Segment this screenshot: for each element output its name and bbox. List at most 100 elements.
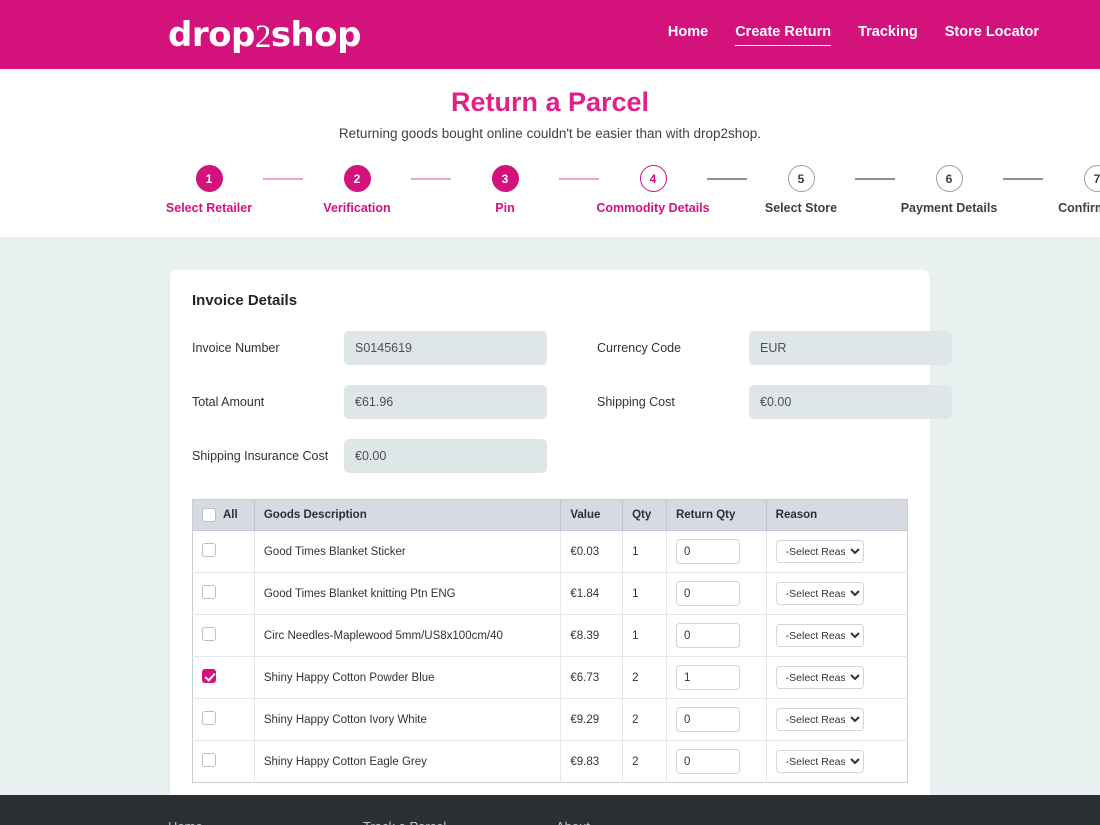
invoice-form: Invoice Number Currency Code Total Amoun…	[192, 331, 952, 473]
main-navigation: Home Create Return Tracking Store Locato…	[668, 24, 1039, 46]
reason-select[interactable]: -Select Reas	[775, 624, 864, 647]
goods-table-header: All Goods Description Value Qty Return Q…	[192, 499, 908, 531]
row-value: €0.03	[560, 530, 624, 573]
input-currency-code[interactable]	[749, 331, 952, 365]
row-return-qty-cell	[666, 572, 767, 615]
step-connector-5-6	[855, 178, 895, 180]
step-select-retailer[interactable]: 1 Select Retailer	[155, 165, 263, 215]
table-row: Good Times Blanket knitting Ptn ENG €1.8…	[192, 572, 908, 615]
table-row: Circ Needles-Maplewood 5mm/US8x100cm/40 …	[192, 614, 908, 657]
row-checkbox-cell	[192, 572, 255, 615]
row-qty: 2	[622, 698, 667, 741]
row-value: €1.84	[560, 572, 624, 615]
table-row: Good Times Blanket Sticker €0.03 1 -Sele…	[192, 530, 908, 573]
label-invoice-number: Invoice Number	[192, 341, 280, 355]
input-shipping-insurance-cost[interactable]	[344, 439, 547, 473]
row-checkbox[interactable]	[202, 543, 216, 557]
header-goods-description: Goods Description	[254, 499, 562, 531]
row-return-qty-cell	[666, 614, 767, 657]
row-checkbox-cell	[192, 740, 255, 783]
progress-stepper: 1 Select Retailer 2 Verification 3 Pin 4…	[0, 149, 1100, 237]
row-checkbox[interactable]	[202, 711, 216, 725]
site-footer: Home Track a Parcel About	[0, 795, 1100, 825]
label-shipping-cost: Shipping Cost	[597, 395, 675, 409]
input-invoice-number[interactable]	[344, 331, 547, 365]
goods-table-body: Good Times Blanket Sticker €0.03 1 -Sele…	[192, 530, 908, 783]
step-connector-1-2	[263, 178, 303, 180]
step-pin[interactable]: 3 Pin	[451, 165, 559, 215]
step-label-1: Select Retailer	[165, 201, 253, 215]
row-checkbox[interactable]	[202, 753, 216, 767]
row-qty: 1	[622, 572, 667, 615]
footer-link-about[interactable]: About	[556, 819, 590, 825]
site-header: drop2shop Home Create Return Tracking St…	[0, 0, 1100, 69]
return-qty-input[interactable]	[675, 707, 740, 732]
step-payment-details[interactable]: 6 Payment Details	[895, 165, 1003, 215]
row-reason-cell: -Select Reas	[766, 530, 908, 573]
nav-item-home[interactable]: Home	[668, 24, 708, 45]
row-qty: 2	[622, 656, 667, 699]
footer-link-track-a-parcel[interactable]: Track a Parcel	[363, 819, 446, 825]
label-currency-code: Currency Code	[597, 341, 682, 355]
step-circle-6: 6	[935, 165, 963, 192]
footer-link-home[interactable]: Home	[168, 819, 203, 825]
reason-select[interactable]: -Select Reas	[775, 540, 864, 563]
row-reason-cell: -Select Reas	[766, 572, 908, 615]
row-checkbox-cell	[192, 530, 255, 573]
row-reason-cell: -Select Reas	[766, 741, 907, 783]
return-qty-input[interactable]	[675, 539, 740, 564]
step-commodity-details[interactable]: 4 Commodity Details	[596, 165, 710, 215]
step-circle-4: 4	[639, 165, 667, 192]
step-label-3: Pin	[495, 201, 515, 215]
invoice-details-card: Invoice Details Invoice Number Currency …	[170, 270, 952, 809]
step-circle-2: 2	[343, 165, 371, 192]
step-circle-3: 3	[491, 165, 519, 192]
brand-logo[interactable]: drop2shop	[168, 16, 361, 55]
label-shipping-insurance-cost: Shipping Insurance Cost	[192, 449, 329, 463]
reason-select[interactable]: -Select Reas	[775, 750, 864, 773]
return-qty-input[interactable]	[675, 623, 740, 648]
row-description: Good Times Blanket knitting Ptn ENG	[254, 572, 562, 615]
row-return-qty-cell	[666, 530, 767, 573]
row-description: Shiny Happy Cotton Eagle Grey	[254, 740, 562, 783]
return-qty-input[interactable]	[675, 581, 740, 606]
row-value: €8.39	[560, 614, 624, 657]
row-qty: 2	[622, 740, 667, 783]
row-qty: 1	[622, 530, 667, 573]
header-value: Value	[560, 499, 624, 531]
row-reason-cell: -Select Reas	[766, 614, 908, 657]
input-shipping-cost[interactable]	[749, 385, 952, 419]
nav-item-store-locator[interactable]: Store Locator	[945, 24, 1039, 45]
reason-select[interactable]: -Select Reas	[775, 666, 864, 689]
hero-section: Return a Parcel Returning goods bought o…	[0, 69, 1100, 149]
row-value: €6.73	[560, 656, 624, 699]
row-checkbox[interactable]	[202, 585, 216, 599]
step-confirmation[interactable]: 7 Confirmation	[1043, 165, 1100, 215]
step-label-6: Payment Details	[900, 201, 998, 215]
step-label-4: Commodity Details	[596, 201, 710, 215]
row-checkbox[interactable]	[202, 669, 216, 683]
return-qty-input[interactable]	[675, 749, 740, 774]
step-select-store[interactable]: 5 Select Store	[747, 165, 855, 215]
reason-select[interactable]: -Select Reas	[775, 708, 864, 731]
input-total-amount[interactable]	[344, 385, 547, 419]
nav-item-create-return[interactable]: Create Return	[735, 24, 832, 46]
table-row: Shiny Happy Cotton Eagle Grey €9.83 2 -S…	[192, 740, 908, 783]
row-return-qty-cell	[666, 656, 767, 699]
row-value: €9.83	[560, 740, 624, 783]
step-connector-4-5	[707, 178, 747, 180]
return-qty-input[interactable]	[675, 665, 740, 690]
reason-select[interactable]: -Select Reas	[775, 582, 864, 605]
row-checkbox[interactable]	[202, 627, 216, 641]
select-all-checkbox[interactable]	[202, 508, 216, 522]
row-qty: 1	[622, 614, 667, 657]
nav-item-tracking[interactable]: Tracking	[858, 24, 918, 45]
row-description: Good Times Blanket Sticker	[254, 530, 562, 573]
step-label-7: Confirmation	[1058, 201, 1100, 215]
row-description: Circ Needles-Maplewood 5mm/US8x100cm/40	[254, 614, 562, 657]
step-verification[interactable]: 2 Verification	[303, 165, 411, 215]
row-return-qty-cell	[666, 698, 767, 741]
goods-table: All Goods Description Value Qty Return Q…	[192, 499, 908, 783]
step-connector-3-4	[559, 178, 599, 180]
row-checkbox-cell	[192, 656, 255, 699]
